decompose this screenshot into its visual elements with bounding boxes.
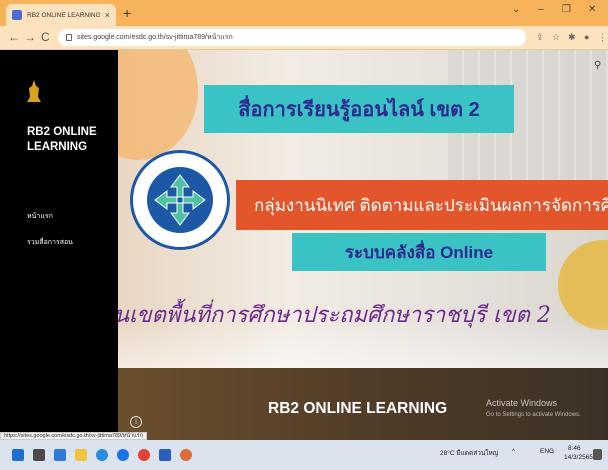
info-icon[interactable]: i (130, 416, 142, 428)
app-icon[interactable] (180, 449, 192, 461)
close-window-button[interactable]: ✕ (588, 4, 596, 15)
edge-icon[interactable] (96, 449, 108, 461)
site-name[interactable]: RB2 ONLINE LEARNING (27, 125, 117, 155)
mail-icon[interactable] (54, 449, 66, 461)
hero-glow (118, 50, 198, 160)
menu-icon[interactable]: ⋮ (598, 32, 607, 43)
tab-search-icon[interactable]: ⌄ (512, 4, 520, 15)
activate-windows-sub: Go to Settings to activate Windows. (486, 412, 581, 418)
chrome-icon[interactable] (138, 449, 150, 461)
office-emblem (130, 150, 230, 250)
bookmark-star-icon[interactable]: ☆ (552, 32, 560, 43)
footer-band: RB2 ONLINE LEARNING Activate Windows Go … (118, 368, 608, 440)
hero-banner: ⚲ สื่อการเรียนรู้ออนไลน์ เขต 2 กลุ่มงานน… (118, 50, 608, 368)
site-logo-icon[interactable] (27, 80, 41, 102)
status-bar-url: https://sites.google.com/esdc.go.th/sv-j… (0, 432, 147, 440)
tab-title: RB2 ONLINE LEARNING (27, 11, 100, 19)
chrome-blue-icon[interactable] (117, 449, 129, 461)
hero-area-text: นเขตพื้นที่การศึกษาประถมศึกษาราชบุรี เขต… (118, 303, 551, 328)
weather-widget[interactable]: 28°C มีแดดส่วนใหญ่ (440, 448, 498, 458)
profile-icon[interactable]: ● (584, 32, 589, 42)
page-content: RB2 ONLINE LEARNING หน้าแรก รวมสื่อการสอ… (0, 50, 608, 440)
start-icon[interactable] (12, 449, 24, 461)
sidebar: RB2 ONLINE LEARNING หน้าแรก รวมสื่อการสอ… (0, 50, 118, 440)
search-icon[interactable]: ⚲ (594, 60, 601, 71)
lock-icon[interactable] (66, 34, 72, 41)
forward-button[interactable]: → (24, 30, 36, 44)
notification-icon[interactable] (593, 449, 602, 460)
browser-tab[interactable]: RB2 ONLINE LEARNING × (6, 4, 116, 26)
activate-windows-title: Activate Windows (486, 398, 558, 408)
arrows-emblem-icon (154, 174, 206, 226)
tray-chevron-icon[interactable]: ^ (512, 448, 515, 455)
new-tab-button[interactable]: + (123, 4, 131, 22)
hero-group-text: กลุ่มงานนิเทศ ติดตามและประเมินผลการจัดกา… (254, 195, 608, 215)
file-explorer-icon[interactable] (75, 449, 87, 461)
address-bar[interactable]: sites.google.com/esdc.go.th/sv-jittima78… (58, 29, 526, 46)
share-icon[interactable]: ⇪ (536, 32, 544, 43)
maximize-button[interactable]: ❐ (562, 4, 571, 15)
hero-system-text: ระบบคลังสื่อ Online (344, 242, 494, 262)
heading-banner: สื่อการเรียนรู้ออนไลน์ เขต 2 (204, 85, 514, 133)
back-button[interactable]: ← (8, 30, 20, 44)
footer-title: RB2 ONLINE LEARNING (268, 400, 448, 417)
hero-heading: สื่อการเรียนรู้ออนไลน์ เขต 2 (238, 99, 480, 121)
tab-close-icon[interactable]: × (105, 10, 110, 20)
extensions-icon[interactable]: ✱ (568, 32, 576, 43)
clock-date[interactable]: 14/3/2565 (564, 454, 593, 461)
word-icon[interactable] (159, 449, 171, 461)
tab-strip: RB2 ONLINE LEARNING × + ⌄ – ❐ ✕ (0, 0, 608, 26)
browser-toolbar: ← → C sites.google.com/esdc.go.th/sv-jit… (0, 26, 608, 50)
task-view-icon[interactable] (33, 449, 45, 461)
url-text[interactable]: sites.google.com/esdc.go.th/sv-jittima78… (77, 32, 233, 43)
sidebar-item-media[interactable]: รวมสื่อการสอน (27, 237, 73, 248)
reload-button[interactable]: C (41, 30, 50, 44)
site-favicon-icon (12, 10, 22, 20)
group-banner: กลุ่มงานนิเทศ ติดตามและประเมินผลการจัดกา… (236, 180, 608, 230)
sidebar-item-home[interactable]: หน้าแรก (27, 211, 53, 222)
minimize-button[interactable]: – (538, 4, 544, 15)
language-indicator[interactable]: ENG (540, 448, 554, 455)
windows-taskbar: 28°C มีแดดส่วนใหญ่ ^ ENG 8:46 14/3/2565 (0, 440, 608, 470)
clock-time[interactable]: 8:46 (568, 445, 581, 452)
hero-glow-bottom (558, 240, 608, 330)
system-banner: ระบบคลังสื่อ Online (292, 233, 546, 271)
